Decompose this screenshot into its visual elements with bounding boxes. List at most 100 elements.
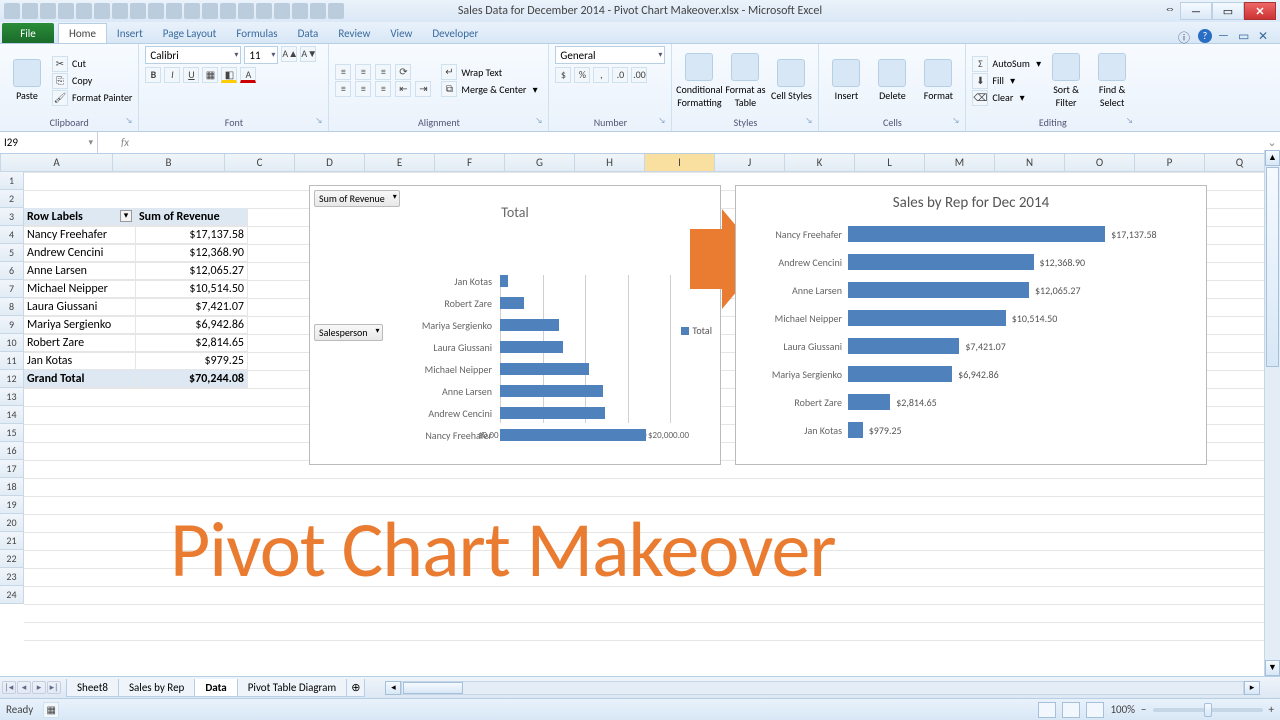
qat-icon[interactable]: [274, 3, 290, 19]
tab-review[interactable]: Review: [328, 24, 380, 43]
prev-sheet-icon[interactable]: ◂: [17, 681, 31, 694]
sort-filter-button[interactable]: Sort & Filter: [1045, 53, 1087, 109]
cell[interactable]: Jan Kotas: [24, 352, 136, 370]
qat-icon[interactable]: [310, 3, 326, 19]
column-header[interactable]: O: [1065, 154, 1135, 171]
pivot-chart-before[interactable]: Sum of Revenue Salesperson Total $0.00$5…: [309, 185, 721, 465]
row-header[interactable]: 5: [0, 244, 24, 262]
zoom-slider[interactable]: [1153, 708, 1263, 712]
close-button[interactable]: ✕: [1244, 2, 1276, 20]
row-header[interactable]: 11: [0, 352, 24, 370]
shrink-font-icon[interactable]: A▼: [300, 46, 316, 62]
copy-button[interactable]: ⎘Copy: [52, 73, 132, 89]
format-painter-button[interactable]: 🖌Format Painter: [52, 90, 132, 106]
currency-icon[interactable]: $: [555, 67, 571, 83]
tab-data[interactable]: Data: [288, 24, 329, 43]
column-header[interactable]: C: [225, 154, 295, 171]
qat-icon[interactable]: [94, 3, 110, 19]
number-format-dropdown[interactable]: General: [555, 46, 665, 64]
worksheet-grid[interactable]: ABCDEFGHIJKLMNOPQR 123456789101112131415…: [0, 154, 1280, 648]
horizontal-scrollbar[interactable]: [401, 681, 1244, 695]
undo-icon[interactable]: [40, 3, 56, 19]
clear-button[interactable]: ⌫Clear ▾: [972, 90, 1041, 106]
cell[interactable]: $10,514.50: [136, 280, 248, 298]
border-button[interactable]: ▦: [202, 67, 218, 83]
cell[interactable]: $2,814.65: [136, 334, 248, 352]
name-box[interactable]: I29: [0, 132, 98, 153]
decrease-decimal-icon[interactable]: .00: [631, 67, 647, 83]
cell[interactable]: Mariya Sergienko: [24, 316, 136, 334]
cell[interactable]: $6,942.86: [136, 316, 248, 334]
row-header[interactable]: 23: [0, 568, 24, 586]
column-header[interactable]: L: [855, 154, 925, 171]
zoom-level[interactable]: 100%: [1110, 703, 1135, 716]
align-right-icon[interactable]: ≡: [375, 81, 391, 97]
increase-decimal-icon[interactable]: .0: [612, 67, 628, 83]
cell[interactable]: $17,137.58: [136, 226, 248, 244]
scroll-thumb[interactable]: [1266, 167, 1279, 367]
row-header[interactable]: 12: [0, 370, 24, 388]
zoom-out-button[interactable]: −: [1141, 703, 1146, 716]
autosum-button[interactable]: ΣAutoSum ▾: [972, 56, 1041, 72]
row-header[interactable]: 20: [0, 514, 24, 532]
row-header[interactable]: 24: [0, 586, 24, 604]
format-button[interactable]: Format: [917, 59, 959, 102]
column-header[interactable]: B: [113, 154, 225, 171]
redo-icon[interactable]: [58, 3, 74, 19]
sheet-tab[interactable]: Sales by Rep: [118, 679, 195, 697]
row-header[interactable]: 8: [0, 298, 24, 316]
fx-icon[interactable]: fx: [118, 136, 132, 149]
underline-button[interactable]: U: [183, 67, 199, 83]
cut-button[interactable]: ✂Cut: [52, 56, 132, 72]
qat-icon[interactable]: [166, 3, 182, 19]
row-header[interactable]: 18: [0, 478, 24, 496]
row-header[interactable]: 22: [0, 550, 24, 568]
insert-sheet-button[interactable]: ⊕: [346, 679, 365, 697]
normal-view-button[interactable]: [1038, 702, 1056, 718]
qat-icon[interactable]: [184, 3, 200, 19]
percent-icon[interactable]: %: [574, 67, 590, 83]
page-layout-view-button[interactable]: [1062, 702, 1080, 718]
cell[interactable]: Anne Larsen: [24, 262, 136, 280]
cell[interactable]: Nancy Freehafer: [24, 226, 136, 244]
font-size-dropdown[interactable]: 11: [244, 46, 278, 64]
column-header[interactable]: J: [715, 154, 785, 171]
zoom-in-button[interactable]: +: [1269, 703, 1274, 716]
fill-button[interactable]: ⬇Fill ▾: [972, 73, 1041, 89]
tab-insert[interactable]: Insert: [107, 24, 153, 43]
insert-button[interactable]: Insert: [825, 59, 867, 102]
font-color-button[interactable]: A: [240, 67, 256, 83]
file-tab[interactable]: File: [2, 23, 54, 43]
cell[interactable]: $70,244.08: [136, 370, 248, 388]
sheet-tab[interactable]: Sheet8: [66, 679, 119, 697]
row-header[interactable]: 1: [0, 172, 24, 190]
cell[interactable]: $979.25: [136, 352, 248, 370]
tab-page-layout[interactable]: Page Layout: [153, 24, 227, 43]
orientation-icon[interactable]: ⟳: [395, 64, 411, 80]
tab-home[interactable]: Home: [58, 23, 107, 43]
column-header[interactable]: D: [295, 154, 365, 171]
column-header[interactable]: K: [785, 154, 855, 171]
wb-restore-icon[interactable]: ▭: [1238, 29, 1252, 43]
qat-icon[interactable]: [292, 3, 308, 19]
scroll-down-button[interactable]: ▼: [1265, 660, 1280, 676]
cell-styles-button[interactable]: Cell Styles: [770, 59, 812, 102]
delete-button[interactable]: Delete: [871, 59, 913, 102]
row-header[interactable]: 2: [0, 190, 24, 208]
qat-icon[interactable]: [256, 3, 272, 19]
column-header[interactable]: H: [575, 154, 645, 171]
font-name-dropdown[interactable]: Calibri: [145, 46, 241, 64]
cell[interactable]: Sum of Revenue: [136, 208, 248, 226]
column-header[interactable]: P: [1135, 154, 1205, 171]
row-header[interactable]: 7: [0, 280, 24, 298]
last-sheet-icon[interactable]: ▸|: [47, 681, 61, 694]
column-header[interactable]: E: [365, 154, 435, 171]
sheet-tab[interactable]: Pivot Table Diagram: [237, 679, 347, 697]
formula-input[interactable]: [136, 132, 1264, 153]
chart-after[interactable]: Sales by Rep for Dec 2014 Nancy Freehafe…: [735, 185, 1207, 465]
scroll-right-button[interactable]: ▸: [1244, 681, 1260, 695]
find-select-button[interactable]: Find & Select: [1091, 53, 1133, 109]
row-header[interactable]: 13: [0, 388, 24, 406]
align-left-icon[interactable]: ≡: [335, 81, 351, 97]
cell[interactable]: $12,065.27: [136, 262, 248, 280]
